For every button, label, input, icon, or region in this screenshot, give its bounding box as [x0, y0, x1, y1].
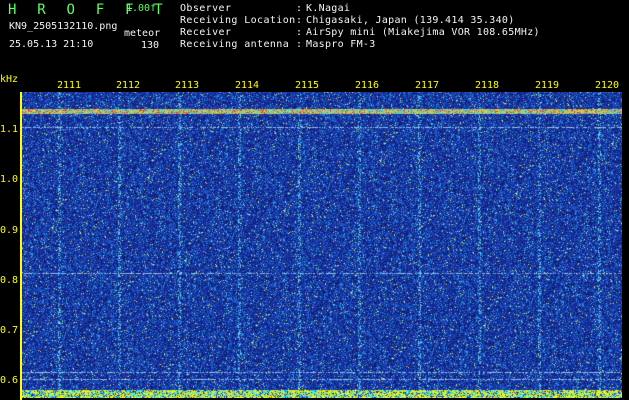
- observer-sep: :: [296, 3, 303, 14]
- x-tick-label: 2111: [57, 80, 82, 91]
- receiver-label: Receiver: [180, 27, 232, 38]
- y-axis-unit: kHz: [0, 74, 19, 85]
- x-tick-label: 2117: [415, 80, 440, 91]
- y-axis-line: [20, 92, 22, 400]
- receiver-sep: :: [296, 27, 303, 38]
- x-tick-label: 2119: [535, 80, 560, 91]
- program-version: 1.00f: [126, 3, 157, 14]
- y-tick-label: 1.0: [0, 174, 19, 185]
- observer-label: Observer: [180, 3, 232, 14]
- y-tick-label: 1.1: [0, 124, 19, 135]
- image-filename: KN9_2505132110.png: [9, 21, 118, 32]
- x-tick-label: 2120: [595, 80, 620, 91]
- y-tick-label: 0.9: [0, 225, 19, 236]
- x-tick-label: 2115: [295, 80, 320, 91]
- antenna-label: Receiving antenna: [180, 39, 290, 50]
- antenna-value: Maspro FM-3: [306, 39, 376, 50]
- x-tick-label: 2112: [116, 80, 141, 91]
- image-datetime: 25.05.13 21:10: [9, 39, 94, 50]
- antenna-sep: :: [296, 39, 303, 50]
- x-tick-label: 2118: [475, 80, 500, 91]
- location-sep: :: [296, 15, 303, 26]
- y-tick-label: 0.7: [0, 325, 19, 336]
- location-label: Receiving Location: [180, 15, 296, 26]
- location-value: Chigasaki, Japan (139.414 35.340): [306, 15, 515, 26]
- hrofft-window: H R O F F T 1.00f KN9_2505132110.png met…: [0, 0, 629, 400]
- meteor-count: 130: [141, 40, 160, 51]
- spectrogram-plot: [22, 92, 622, 398]
- x-tick-label: 2113: [175, 80, 200, 91]
- y-tick-label: 0.6: [0, 375, 19, 386]
- receiver-value: AirSpy mini (Miakejima VOR 108.65MHz): [306, 27, 540, 38]
- x-tick-label: 2114: [235, 80, 260, 91]
- x-tick-label: 2116: [355, 80, 380, 91]
- observer-value: K.Nagai: [306, 3, 351, 14]
- y-tick-label: 0.8: [0, 275, 19, 286]
- meteor-label: meteor: [124, 28, 161, 39]
